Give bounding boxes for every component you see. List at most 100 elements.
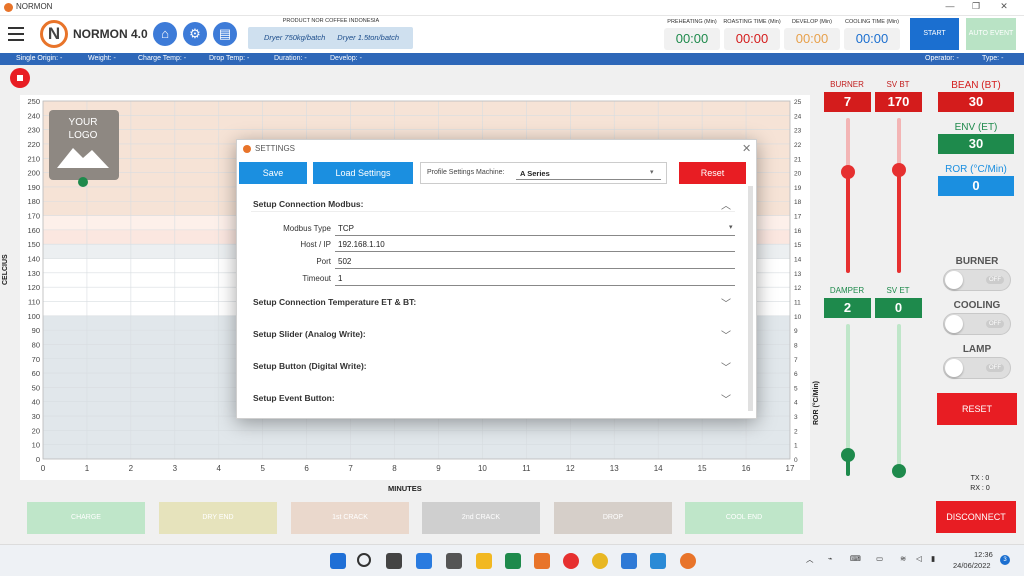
y-tick-label: 10 (32, 441, 40, 450)
product-option[interactable]: Dryer 1.5ton/batch (337, 33, 399, 42)
vscode-icon[interactable] (650, 553, 666, 569)
start-menu-icon[interactable] (330, 553, 346, 569)
design-app-icon[interactable] (534, 553, 550, 569)
product-label: PRODUCT NOR COFFEE INDONESIA (282, 18, 380, 24)
minimize-icon[interactable]: — (940, 1, 960, 11)
chevron-down-icon[interactable]: ﹀ (721, 295, 731, 310)
section-temperature[interactable]: Setup Connection Temperature ET & BT: (253, 297, 416, 307)
product-selector[interactable]: Dryer 750kg/batch Dryer 1.5ton/batch (248, 27, 413, 49)
store-icon[interactable] (446, 553, 462, 569)
chevron-up-icon[interactable]: ︿ (721, 197, 731, 212)
task-view-icon[interactable] (386, 553, 402, 569)
y2-tick-label: 13 (794, 271, 802, 278)
app-icon-red[interactable] (563, 553, 579, 569)
first-crack-event-button[interactable]: 1st CRACK (291, 502, 409, 534)
burner-label: BURNER (830, 80, 864, 89)
logo-chevron-up-icon[interactable] (78, 177, 88, 187)
sv-bt-slider-handle[interactable] (892, 163, 906, 177)
sv-et-slider[interactable] (897, 324, 901, 476)
widgets-icon[interactable] (416, 553, 432, 569)
document-icon[interactable]: ▤ (213, 22, 237, 46)
search-icon[interactable] (357, 553, 371, 567)
second-crack-event-button[interactable]: 2nd CRACK (422, 502, 540, 534)
bean-temp-label: BEAN (BT) (951, 80, 1001, 91)
profile-machine-select[interactable]: Profile Settings Machine: A Series ▾ (420, 162, 667, 184)
chevron-down-icon[interactable]: ﹀ (721, 327, 731, 342)
sv-et-slider-handle[interactable] (892, 464, 906, 478)
reset-profile-button[interactable]: Reset (679, 162, 746, 184)
burner-toggle[interactable]: OFF (943, 269, 1011, 291)
cooling-toggle[interactable]: OFF (943, 313, 1011, 335)
load-settings-button[interactable]: Load Settings (313, 162, 413, 184)
battery-icon[interactable]: ▮ (931, 554, 935, 563)
y2-tick-label: 12 (794, 285, 802, 292)
auto-event-button[interactable]: AUTO EVENT (966, 18, 1016, 50)
burner-slider-handle[interactable] (841, 165, 855, 179)
keyboard-icon[interactable]: ⌨ (850, 554, 861, 563)
normon-taskbar-icon[interactable] (680, 553, 696, 569)
display-icon[interactable]: ▭ (876, 554, 883, 563)
burner-slider[interactable] (846, 118, 850, 273)
section-modbus[interactable]: Setup Connection Modbus: (253, 199, 364, 209)
usb-icon[interactable]: ⌁ (828, 554, 833, 563)
wifi-icon[interactable]: ≋ (900, 554, 906, 563)
y-tick-label: 110 (28, 297, 40, 306)
y2-tick-label: 4 (794, 400, 798, 407)
port-input[interactable]: 502 (338, 257, 351, 266)
notification-badge[interactable]: 3 (1000, 555, 1010, 565)
x-tick-label: 11 (522, 464, 531, 473)
dialog-scrollbar[interactable] (748, 186, 753, 411)
volume-icon[interactable]: ◁ (916, 554, 922, 563)
section-button[interactable]: Setup Button (Digital Write): (253, 361, 367, 371)
clock-date[interactable]: 24/06/2022 (953, 561, 991, 570)
section-slider[interactable]: Setup Slider (Analog Write): (253, 329, 366, 339)
y-tick-label: 40 (32, 398, 40, 407)
section-event-button[interactable]: Setup Event Button: (253, 393, 335, 403)
clock-time[interactable]: 12:36 (974, 550, 993, 559)
settings-gear-icon[interactable]: ⚙ (183, 22, 207, 46)
y-tick-label: 210 (27, 154, 40, 163)
y2-tick-label: 3 (794, 414, 798, 421)
y-tick-label: 140 (27, 255, 40, 264)
disconnect-button[interactable]: DISCONNECT (936, 501, 1016, 533)
app-icon (4, 3, 13, 12)
develop-info: Develop: - (330, 55, 362, 62)
operator-info: Operator: - (925, 55, 959, 62)
x-tick-label: 2 (129, 464, 134, 473)
host-input[interactable]: 192.168.1.10 (338, 240, 385, 249)
save-button[interactable]: Save (239, 162, 307, 184)
lamp-toggle[interactable]: OFF (943, 357, 1011, 379)
file-explorer-icon[interactable] (476, 553, 492, 569)
sv-bt-slider[interactable] (897, 118, 901, 273)
chevron-up-icon[interactable]: ︿ (806, 554, 814, 565)
product-option[interactable]: Dryer 750kg/batch (264, 33, 325, 42)
env-temp-label: ENV (ET) (954, 122, 998, 133)
y-tick-label: 180 (27, 197, 40, 206)
y2-tick-label: 19 (794, 185, 802, 192)
chevron-down-icon[interactable]: ﹀ (721, 391, 731, 406)
home-icon[interactable]: ⌂ (153, 22, 177, 46)
dry-end-event-button[interactable]: DRY END (159, 502, 277, 534)
start-button[interactable]: START (910, 18, 959, 50)
maximize-icon[interactable]: ❐ (966, 1, 986, 12)
reset-button[interactable]: RESET (937, 393, 1017, 425)
stop-record-button[interactable] (10, 68, 30, 88)
charge-event-button[interactable]: CHARGE (27, 502, 145, 534)
chrome-icon[interactable] (592, 553, 608, 569)
damper-slider-handle[interactable] (841, 448, 855, 462)
x-tick-label: 6 (304, 464, 309, 473)
close-icon[interactable]: ✕ (994, 1, 1014, 12)
app-icon-blue[interactable] (621, 553, 637, 569)
chevron-down-icon[interactable]: ﹀ (721, 359, 731, 374)
hamburger-menu-icon[interactable] (8, 27, 24, 45)
cool-end-event-button[interactable]: COOL END (685, 502, 803, 534)
timeout-input[interactable]: 1 (338, 274, 342, 283)
close-icon[interactable]: ✕ (742, 142, 751, 155)
modbus-type-select[interactable]: TCP (338, 224, 354, 233)
timer-label-preheating: PREHEATING (Min) (667, 19, 717, 25)
x-tick-label: 17 (786, 464, 795, 473)
y2-tick-label: 14 (794, 257, 802, 264)
drop-event-button[interactable]: DROP (554, 502, 672, 534)
notes-app-icon[interactable] (505, 553, 521, 569)
y-tick-label: 0 (36, 455, 40, 464)
